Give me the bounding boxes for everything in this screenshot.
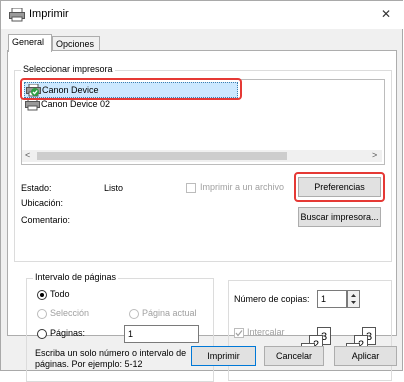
horizontal-scrollbar[interactable]: < > — [22, 150, 382, 162]
pages-help-line1: Escriba un solo número o intervalo de — [35, 348, 187, 358]
pages-input-value: 1 — [128, 329, 134, 339]
radio-current-page[interactable] — [129, 309, 139, 319]
copies-label: Número de copias: — [234, 294, 310, 304]
collate-label: Intercalar — [247, 327, 285, 337]
pages-help-line2: páginas. Por ejemplo: 5-12 — [35, 359, 143, 369]
checkmark-icon — [235, 330, 243, 337]
radio-current-page-label: Página actual — [142, 308, 197, 318]
find-printer-button[interactable]: Buscar impresora... — [298, 207, 381, 227]
collate-checkbox[interactable] — [234, 328, 244, 338]
close-icon[interactable]: ✕ — [381, 7, 391, 21]
print-dialog: Imprimir ✕ General Opciones Seleccionar … — [0, 0, 403, 382]
copies-input[interactable]: 1 — [317, 290, 347, 308]
apply-button-label: Aplicar — [351, 351, 380, 361]
tab-options-label: Opciones — [56, 39, 95, 49]
title-bar: Imprimir ✕ — [1, 1, 403, 29]
page-range-legend: Intervalo de páginas — [33, 272, 119, 282]
printer-name: Canon Device 02 — [41, 99, 111, 109]
scroll-left-icon[interactable]: < — [25, 150, 30, 160]
print-to-file-label: Imprimir a un archivo — [200, 182, 285, 192]
copies-spinner[interactable] — [347, 290, 360, 308]
tab-general[interactable]: General — [8, 34, 52, 52]
apply-button[interactable]: Aplicar — [334, 346, 397, 366]
status-value: Listo — [104, 183, 124, 193]
scroll-right-icon[interactable]: > — [372, 150, 377, 160]
radio-all-label: Todo — [50, 289, 70, 299]
page-range-group: Intervalo de páginas Todo Selección Pági… — [26, 272, 214, 382]
printer-group: Seleccionar impresora Canon Device Canon… — [14, 64, 392, 262]
cancel-button[interactable]: Cancelar — [264, 346, 324, 366]
tab-options[interactable]: Opciones — [52, 36, 100, 51]
printer-icon — [9, 8, 25, 22]
status-label: Estado: — [21, 183, 52, 193]
printer-list: Canon Device Canon Device 02 < > — [20, 78, 385, 165]
radio-selection[interactable] — [37, 309, 47, 319]
annotation-highlight — [294, 172, 385, 202]
tab-panel-general: Seleccionar impresora Canon Device Canon… — [7, 51, 397, 382]
comment-label: Comentario: — [21, 215, 71, 225]
tab-general-label: General — [12, 37, 45, 47]
spinner-arrows-icon[interactable] — [348, 291, 359, 307]
copies-input-value: 1 — [321, 294, 327, 304]
radio-selection-label: Selección — [50, 308, 90, 318]
printer-item[interactable]: Canon Device 02 — [24, 98, 238, 112]
print-button-label: Imprimir — [207, 351, 240, 361]
annotation-highlight — [20, 78, 242, 100]
window-title: Imprimir — [29, 8, 69, 20]
print-to-file-checkbox[interactable] — [186, 183, 196, 193]
scrollbar-thumb[interactable] — [37, 152, 287, 160]
find-printer-button-label: Buscar impresora... — [300, 212, 379, 222]
pages-input[interactable]: 1 — [124, 325, 199, 343]
print-button[interactable]: Imprimir — [191, 346, 256, 366]
radio-all[interactable] — [37, 290, 47, 300]
cancel-button-label: Cancelar — [275, 351, 313, 361]
radio-pages[interactable] — [37, 329, 47, 339]
radio-pages-label: Páginas: — [50, 328, 86, 338]
printer-group-legend: Seleccionar impresora — [21, 64, 115, 74]
location-label: Ubicación: — [21, 198, 64, 208]
